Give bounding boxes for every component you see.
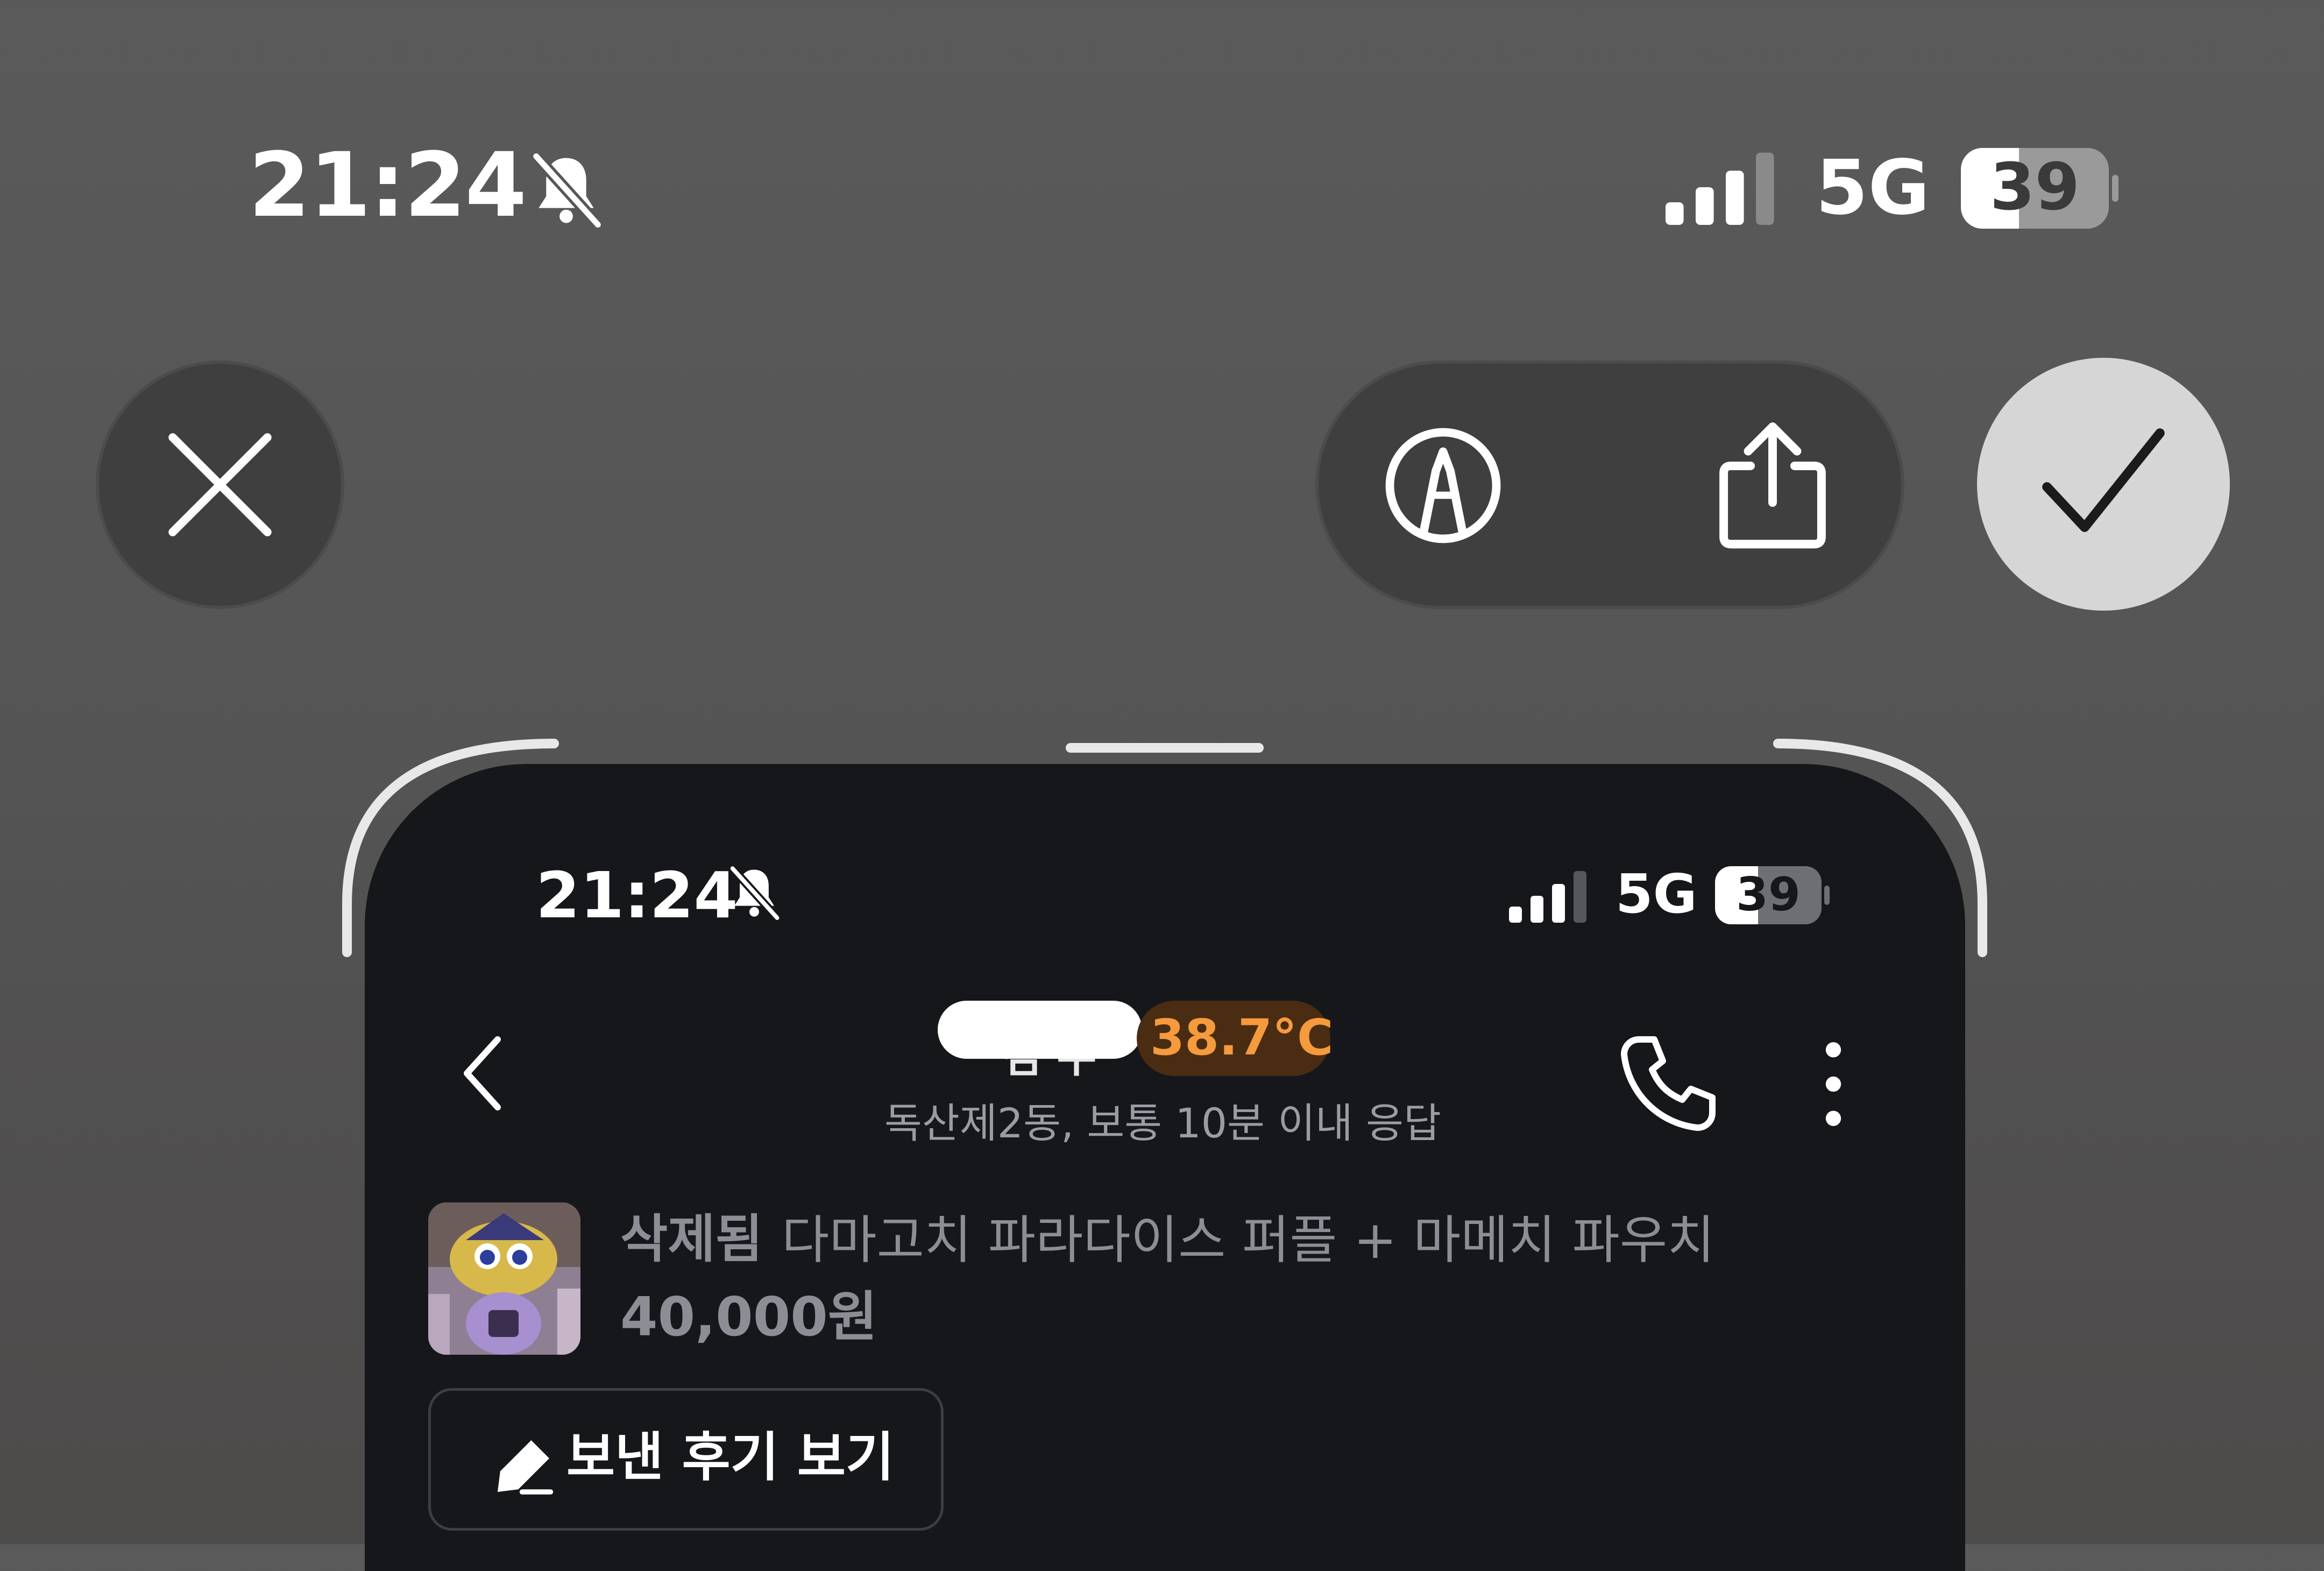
network-type: 5G bbox=[1816, 144, 1930, 232]
cellular-signal-icon bbox=[1509, 871, 1586, 923]
bell-slash-icon bbox=[729, 865, 781, 921]
battery-indicator: 39 bbox=[1961, 148, 2120, 229]
inner-status-time: 21:24 bbox=[536, 858, 738, 932]
view-sent-review-label: 보낸 후기 보기 bbox=[566, 1427, 895, 1488]
product-price: 40,000원 bbox=[620, 1285, 877, 1348]
markup-pen-icon[interactable] bbox=[1383, 425, 1504, 546]
location-response-info: 독산제2동, 보통 10분 이내 응답 bbox=[884, 1099, 1441, 1147]
product-thumbnail[interactable] bbox=[428, 1202, 580, 1355]
product-image bbox=[428, 1202, 580, 1355]
more-vertical-icon[interactable] bbox=[1817, 1038, 1850, 1130]
bell-slash-icon bbox=[532, 152, 603, 229]
redaction-mark bbox=[938, 1001, 1142, 1059]
phone-icon[interactable] bbox=[1616, 1029, 1723, 1136]
share-icon[interactable] bbox=[1711, 417, 1834, 551]
inner-battery-indicator: 39 bbox=[1715, 866, 1831, 924]
screenshot-preview: 21:24 5G 39 김 누 38.7°C 독산제2동, 보통 10분 이내 … bbox=[365, 764, 1965, 1571]
inner-battery-percentage: 39 bbox=[1736, 868, 1801, 922]
done-button[interactable] bbox=[1977, 358, 2230, 611]
chevron-left-icon[interactable] bbox=[451, 1033, 515, 1114]
manner-temperature: 38.7°C bbox=[1150, 1009, 1334, 1066]
product-title[interactable]: 다마고치 파라다이스 퍼플 + 마메치 파우치 bbox=[782, 1214, 1714, 1266]
checkmark-icon bbox=[2042, 428, 2165, 532]
battery-percentage: 39 bbox=[1990, 150, 2080, 225]
status-time: 21:24 bbox=[249, 133, 527, 237]
pencil-icon bbox=[498, 1440, 554, 1495]
x-icon bbox=[168, 433, 272, 536]
product-status-badge: 삭제됨 bbox=[620, 1209, 763, 1269]
close-button[interactable] bbox=[96, 360, 344, 609]
inner-network-type: 5G bbox=[1616, 862, 1697, 925]
cellular-signal-icon bbox=[1666, 152, 1774, 225]
